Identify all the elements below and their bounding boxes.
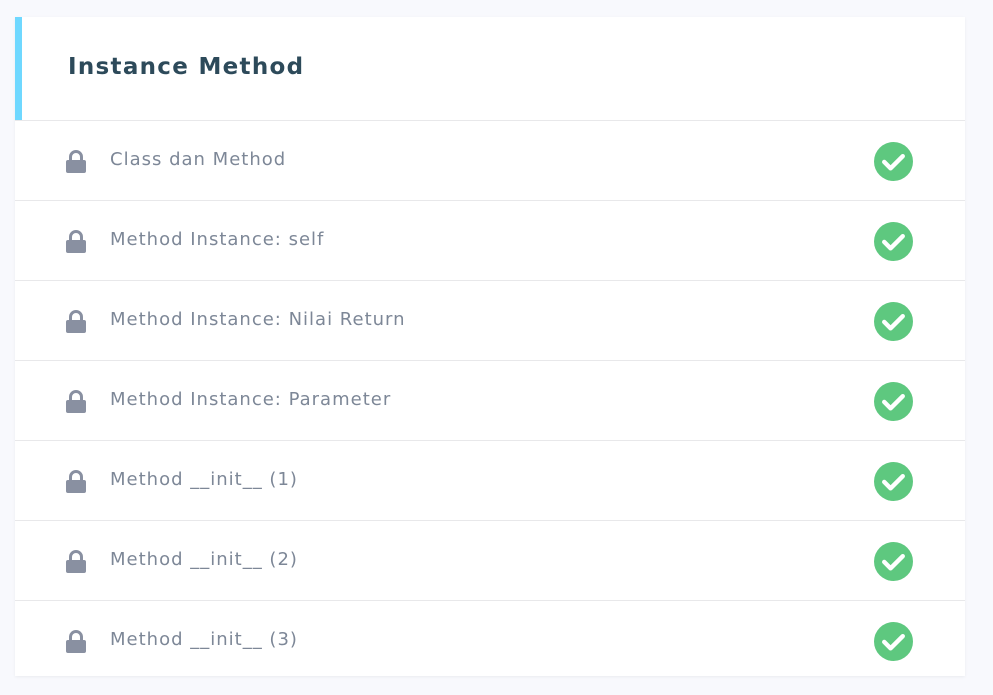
lesson-title: Method Instance: Parameter: [110, 389, 392, 410]
check-circle-icon: [874, 542, 913, 581]
accent-bar: [15, 17, 22, 120]
lesson-item[interactable]: Method Instance: Parameter: [15, 361, 965, 441]
lock-icon: [66, 230, 86, 253]
lock-icon: [66, 390, 86, 413]
section-title: Instance Method: [68, 54, 305, 80]
check-circle-icon: [874, 462, 913, 501]
lesson-title: Method __init__ (2): [110, 549, 298, 570]
check-circle-icon: [874, 382, 913, 421]
lesson-title: Method Instance: Nilai Return: [110, 309, 406, 330]
lock-icon: [66, 310, 86, 333]
lock-icon: [66, 470, 86, 493]
check-circle-icon: [874, 302, 913, 341]
section-card: Instance Method Class dan Method Method …: [15, 17, 965, 676]
lesson-title: Method Instance: self: [110, 229, 325, 250]
lesson-item[interactable]: Method __init__ (2): [15, 521, 965, 601]
lock-icon: [66, 630, 86, 653]
lesson-item[interactable]: Method Instance: Nilai Return: [15, 281, 965, 361]
check-circle-icon: [874, 222, 913, 261]
lock-icon: [66, 550, 86, 573]
lesson-item[interactable]: Method __init__ (3): [15, 601, 965, 680]
lesson-title: Method __init__ (3): [110, 629, 298, 650]
lesson-item[interactable]: Method __init__ (1): [15, 441, 965, 521]
lesson-item[interactable]: Method Instance: self: [15, 201, 965, 281]
lesson-title: Method __init__ (1): [110, 469, 298, 490]
check-circle-icon: [874, 622, 913, 661]
lesson-list: Class dan Method Method Instance: self M: [15, 121, 965, 680]
lesson-title: Class dan Method: [110, 149, 287, 170]
section-header: Instance Method: [15, 17, 965, 121]
lesson-item[interactable]: Class dan Method: [15, 121, 965, 201]
lock-icon: [66, 150, 86, 173]
check-circle-icon: [874, 142, 913, 181]
